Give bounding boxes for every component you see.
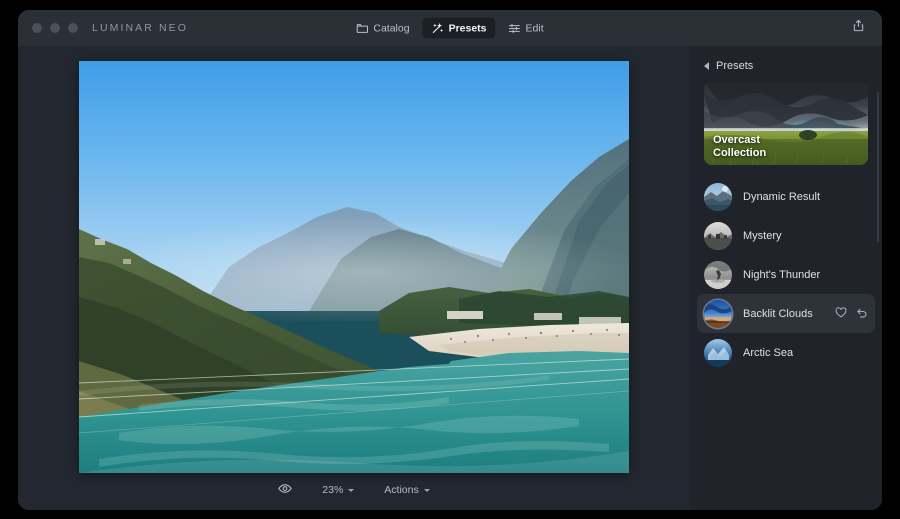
zoom-level-value: 23% — [322, 484, 344, 496]
actions-label: Actions — [384, 484, 419, 496]
photo-canvas[interactable] — [79, 61, 629, 473]
preset-row-actions — [835, 305, 868, 323]
sidebar-title: Presets — [716, 60, 754, 72]
tab-catalog[interactable]: Catalog — [347, 18, 418, 39]
chevron-down-icon — [348, 489, 355, 492]
tab-presets-label: Presets — [448, 22, 487, 34]
preset-row-arctic-sea[interactable]: Arctic Sea — [697, 333, 875, 372]
tab-catalog-label: Catalog — [373, 22, 410, 34]
title-bar: LUMINAR NEO Catalog Presets Edit — [18, 10, 882, 46]
sidebar-header[interactable]: Presets — [704, 46, 868, 80]
mode-tabs: Catalog Presets Edit — [347, 17, 553, 39]
preset-thumbnail — [704, 221, 732, 250]
preset-row-backlit-clouds[interactable]: Backlit Clouds — [697, 294, 875, 333]
preset-name: Backlit Clouds — [743, 307, 813, 320]
collection-card-title: Overcast Collection — [713, 134, 766, 160]
canvas-bottom-bar: 23% Actions — [18, 470, 690, 510]
preset-name: Mystery — [743, 229, 782, 242]
collection-title-line-1: Overcast — [713, 134, 761, 146]
close-button[interactable] — [32, 23, 42, 33]
share-export-button[interactable] — [848, 18, 868, 38]
minimize-button[interactable] — [50, 23, 60, 33]
zoom-level-dropdown[interactable]: 23% — [317, 482, 359, 498]
preview-toggle-button[interactable] — [273, 481, 297, 499]
preset-row-dynamic-result[interactable]: Dynamic Result — [697, 177, 875, 216]
heart-icon[interactable] — [835, 305, 847, 323]
eye-icon — [278, 483, 292, 497]
app-title: LUMINAR NEO — [92, 22, 189, 34]
preset-name: Arctic Sea — [743, 346, 794, 359]
undo-arrow-icon[interactable] — [856, 305, 868, 323]
luminar-window: LUMINAR NEO Catalog Presets Edit 23% Act… — [18, 10, 882, 510]
preset-thumbnail-image — [704, 260, 732, 289]
preset-thumbnail-image — [704, 338, 732, 367]
tab-edit-label: Edit — [525, 22, 544, 34]
photo-stage: 23% Actions — [18, 46, 690, 510]
actions-dropdown[interactable]: Actions — [379, 482, 434, 498]
sidebar-scrollbar[interactable] — [876, 92, 879, 242]
sparkle-wand-icon — [432, 22, 444, 34]
window-body: 23% Actions Presets Overcast Collection … — [18, 46, 882, 510]
chevron-left-icon[interactable] — [704, 62, 709, 70]
app-root: LUMINAR NEO Catalog Presets Edit 23% Act… — [0, 0, 900, 519]
sliders-icon — [509, 22, 521, 34]
collection-title-line-2: Collection — [713, 147, 767, 159]
folder-icon — [356, 22, 369, 34]
preset-name: Night's Thunder — [743, 268, 821, 281]
preset-thumbnail — [704, 299, 732, 328]
zoom-button[interactable] — [68, 23, 78, 33]
preset-row-mystery[interactable]: Mystery — [697, 216, 875, 255]
preset-name: Dynamic Result — [743, 190, 821, 203]
preset-thumbnail — [704, 260, 732, 289]
preset-thumbnail — [704, 182, 732, 211]
collection-card-overcast[interactable]: Overcast Collection — [704, 81, 868, 165]
preset-thumbnail-image — [704, 182, 732, 211]
preset-thumbnail — [704, 338, 732, 367]
preset-thumbnail-image — [704, 299, 732, 328]
share-export-icon — [852, 19, 865, 37]
photo-image — [79, 61, 629, 473]
presets-sidebar: Presets Overcast Collection Dynamic Resu… — [690, 46, 882, 510]
tab-presets[interactable]: Presets — [422, 17, 496, 39]
preset-list: Dynamic Result Mystery Night's Thunder B… — [697, 177, 875, 372]
window-controls — [32, 23, 78, 33]
preset-row-nights-thunder[interactable]: Night's Thunder — [697, 255, 875, 294]
chevron-down-icon — [423, 489, 430, 492]
tab-edit[interactable]: Edit — [500, 18, 553, 39]
preset-thumbnail-image — [704, 221, 732, 250]
